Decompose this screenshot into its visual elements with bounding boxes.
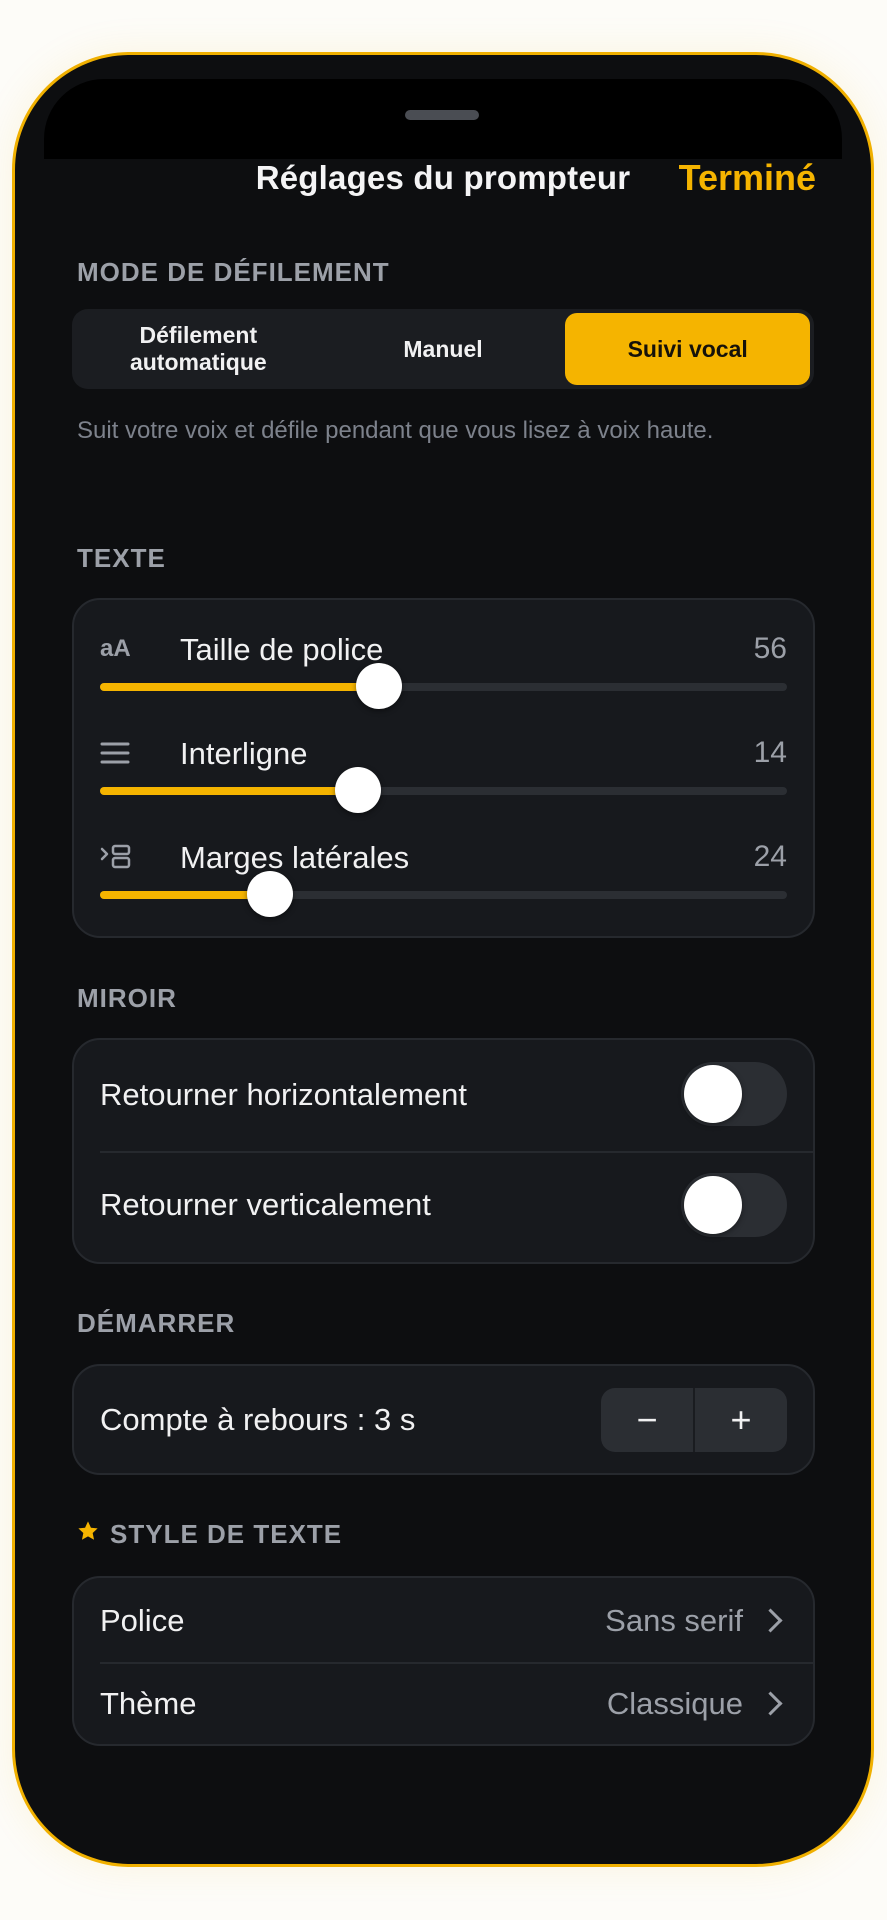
increment-button[interactable]: +	[695, 1388, 787, 1452]
decrement-button[interactable]: −	[601, 1388, 693, 1452]
section-label-text-style: STYLE DE TEXTE	[110, 1519, 343, 1549]
text-settings-card: aA Taille de police 56 Interligne 14 Mar	[72, 598, 815, 938]
theme-value: Classique	[606, 1686, 743, 1721]
font-size-slider-fill	[100, 683, 379, 691]
line-spacing-icon	[100, 736, 132, 770]
side-margins-slider-row: Marges latérales 24	[100, 840, 787, 940]
theme-label: Thème	[100, 1686, 197, 1721]
font-row[interactable]: Police Sans serif	[74, 1578, 813, 1662]
toggle-knob	[684, 1176, 742, 1234]
theme-row[interactable]: Thème Classique	[74, 1664, 813, 1748]
toggle-knob	[684, 1065, 742, 1123]
side-margins-slider-thumb[interactable]	[247, 871, 294, 917]
section-label-start: DÉMARRER	[77, 1308, 236, 1338]
font-value: Sans serif	[605, 1603, 743, 1638]
scroll-mode-helper-text: Suit votre voix et défile pendant que vo…	[77, 417, 714, 444]
side-margins-value: 24	[753, 840, 787, 873]
countdown-stepper: − +	[601, 1388, 787, 1452]
font-size-slider-thumb[interactable]	[355, 663, 402, 709]
flip-horizontal-toggle[interactable]	[681, 1062, 787, 1126]
line-spacing-slider[interactable]	[100, 767, 787, 813]
divider	[100, 1151, 813, 1153]
line-spacing-slider-thumb[interactable]	[334, 767, 381, 813]
side-margins-slider[interactable]	[100, 871, 787, 917]
scroll-mode-segmented-control: Défilement automatique Manuel Suivi voca…	[72, 309, 814, 389]
segment-auto-scroll[interactable]: Défilement automatique	[76, 313, 321, 385]
font-label: Police	[100, 1603, 185, 1638]
segment-voice-follow[interactable]: Suivi vocal	[565, 313, 811, 385]
font-size-slider[interactable]	[100, 663, 787, 709]
line-spacing-label: Interligne	[180, 736, 308, 771]
text-style-card: Police Sans serif Thème Classique	[72, 1576, 815, 1746]
section-label-mirror: MIROIR	[77, 983, 177, 1013]
flip-vertical-toggle[interactable]	[681, 1173, 787, 1237]
side-margins-icon	[100, 840, 132, 874]
done-button[interactable]: Terminé	[679, 157, 816, 199]
segment-auto-scroll-label: Défilement automatique	[129, 322, 267, 375]
line-spacing-slider-fill	[100, 787, 358, 795]
star-icon	[77, 1520, 99, 1542]
countdown-label: Compte à rebours : 3 s	[100, 1402, 416, 1437]
segment-manual[interactable]: Manuel	[321, 313, 566, 385]
flip-horizontal-label: Retourner horizontalement	[100, 1077, 468, 1112]
start-card: Compte à rebours : 3 s − +	[72, 1364, 815, 1475]
section-label-scroll-mode: MODE DE DÉFILEMENT	[77, 257, 390, 287]
segment-voice-follow-label: Suivi vocal	[627, 335, 748, 362]
font-size-slider-row: aA Taille de police 56	[100, 632, 787, 732]
drag-handle[interactable]	[405, 110, 479, 120]
chevron-right-icon	[758, 1608, 783, 1633]
font-size-label: Taille de police	[180, 632, 384, 667]
font-size-value: 56	[753, 632, 787, 665]
flip-vertical-label: Retourner verticalement	[100, 1187, 431, 1222]
chevron-right-icon	[758, 1691, 783, 1716]
segment-manual-label: Manuel	[403, 335, 483, 362]
line-spacing-slider-row: Interligne 14	[100, 736, 787, 836]
mirror-card: Retourner horizontalement Retourner vert…	[72, 1038, 815, 1264]
phone-frame: Réglages du prompteur Terminé MODE DE DÉ…	[12, 52, 874, 1867]
line-spacing-value: 14	[753, 736, 787, 769]
side-margins-slider-fill	[100, 891, 271, 899]
side-margins-label: Marges latérales	[180, 840, 410, 875]
section-label-text: TEXTE	[77, 543, 166, 573]
font-size-icon: aA	[100, 635, 131, 662]
